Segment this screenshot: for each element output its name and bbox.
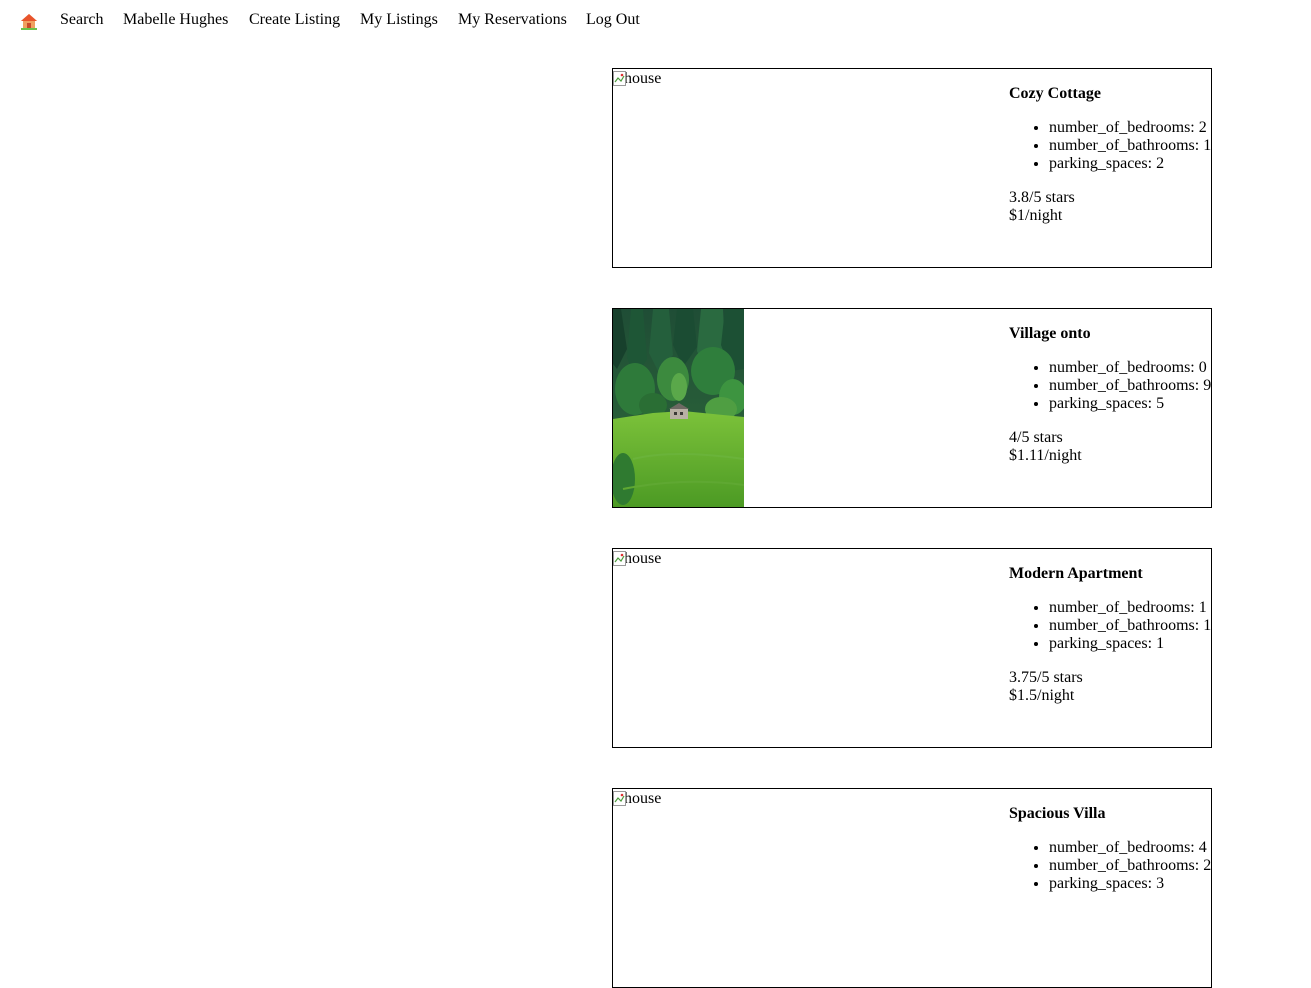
image-alt-text: house [624,550,662,567]
listing-title[interactable]: Village onto [1009,325,1219,343]
feature-item: number_of_bedrooms: 1 [1049,599,1219,617]
broken-image-icon [613,551,626,566]
listing-title[interactable]: Cozy Cottage [1009,85,1219,103]
feature-item: parking_spaces: 2 [1049,155,1219,173]
listing-card[interactable]: house Cozy Cottage number_of_bedrooms: 2… [612,68,1212,268]
broken-image-icon [613,791,626,806]
feature-item: number_of_bedrooms: 0 [1049,359,1219,377]
listing-price: $1.5/night [1009,687,1075,704]
feature-item: parking_spaces: 3 [1049,875,1219,893]
broken-image: house [613,549,661,569]
listing-features: number_of_bedrooms: 2 number_of_bathroom… [1009,119,1219,173]
listing-info: Cozy Cottage number_of_bedrooms: 2 numbe… [1009,85,1219,225]
listing-title[interactable]: Modern Apartment [1009,565,1219,583]
feature-item: parking_spaces: 1 [1049,635,1219,653]
feature-item: number_of_bathrooms: 1 [1049,137,1219,155]
listing-features: number_of_bedrooms: 4 number_of_bathroom… [1009,839,1219,893]
feature-item: number_of_bathrooms: 1 [1049,617,1219,635]
home-icon[interactable] [20,13,38,30]
broken-image: house [613,69,661,89]
listing-rating: 4/5 stars [1009,429,1063,446]
listing-info: Village onto number_of_bedrooms: 0 numbe… [1009,325,1219,465]
nav-logout-link[interactable]: Log Out [586,11,640,29]
feature-item: number_of_bathrooms: 2 [1049,857,1219,875]
listing-price: $1.11/night [1009,447,1082,464]
listing-features: number_of_bedrooms: 0 number_of_bathroom… [1009,359,1219,413]
listing-price: $1/night [1009,207,1063,224]
feature-item: number_of_bedrooms: 2 [1049,119,1219,137]
nav-search-link[interactable]: Search [60,11,104,29]
listing-rating: 3.75/5 stars [1009,669,1083,686]
listing-rating: 3.8/5 stars [1009,189,1075,206]
nav-user-link[interactable]: Mabelle Hughes [123,11,228,29]
broken-image: house [613,789,661,809]
listing-features: number_of_bedrooms: 1 number_of_bathroom… [1009,599,1219,653]
feature-item: parking_spaces: 5 [1049,395,1219,413]
top-nav: Search Mabelle Hughes Create Listing My … [0,0,1311,40]
nav-my-listings-link[interactable]: My Listings [360,11,438,29]
listing-card[interactable]: house Spacious Villa number_of_bedrooms:… [612,788,1212,988]
broken-image-icon [613,71,626,86]
image-alt-text: house [624,790,662,807]
listing-photo [613,309,744,507]
listing-card[interactable]: house Modern Apartment number_of_bedroom… [612,548,1212,748]
listing-title[interactable]: Spacious Villa [1009,805,1219,823]
listing-card[interactable]: Village onto number_of_bedrooms: 0 numbe… [612,308,1212,508]
listing-info: Spacious Villa number_of_bedrooms: 4 num… [1009,805,1219,909]
feature-item: number_of_bathrooms: 9 [1049,377,1219,395]
nav-my-reservations-link[interactable]: My Reservations [458,11,567,29]
image-alt-text: house [624,70,662,87]
feature-item: number_of_bedrooms: 4 [1049,839,1219,857]
listing-info: Modern Apartment number_of_bedrooms: 1 n… [1009,565,1219,705]
nav-create-listing-link[interactable]: Create Listing [249,11,340,29]
